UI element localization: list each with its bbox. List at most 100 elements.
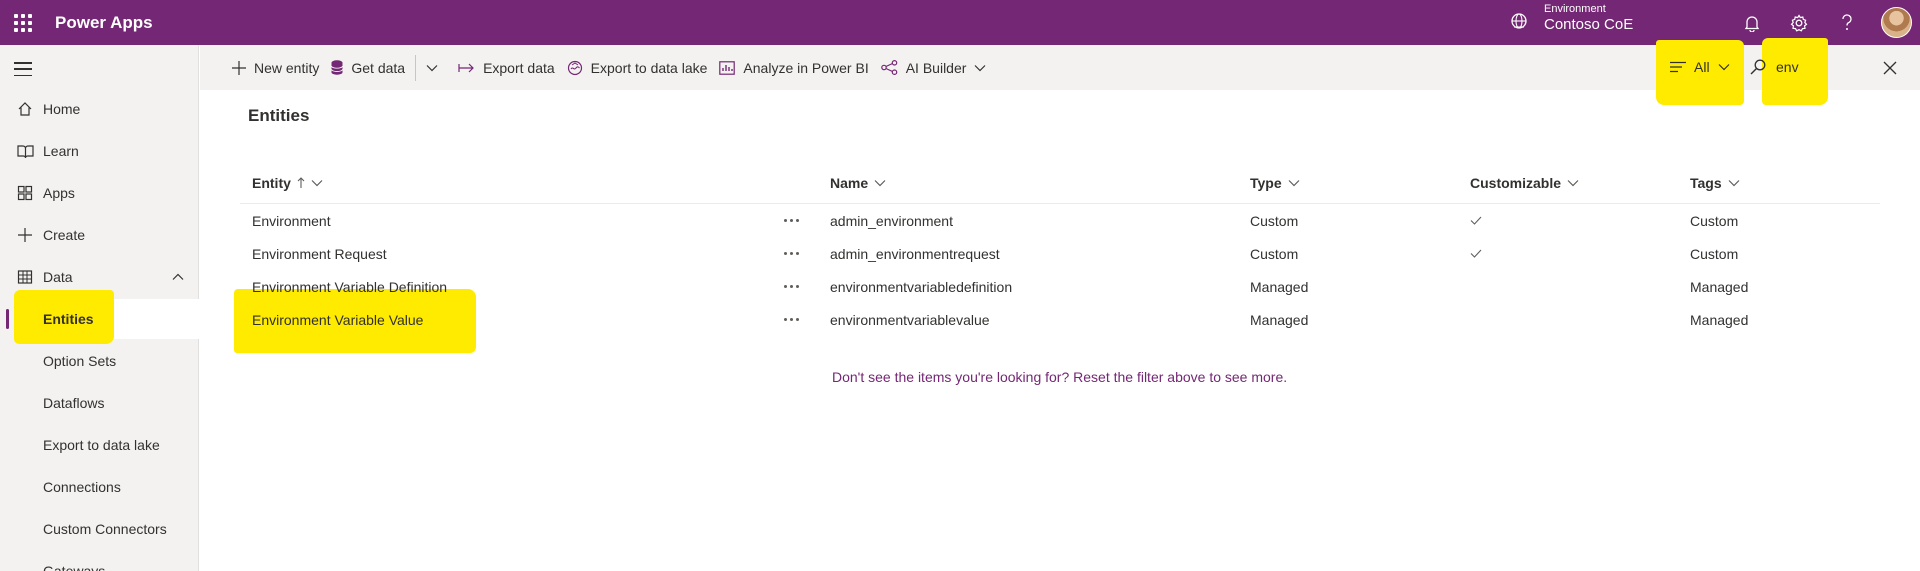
more-options-icon[interactable]: [784, 270, 799, 303]
search-box[interactable]: env: [1750, 56, 1799, 78]
chevron-down-icon: [311, 180, 323, 187]
globe-icon: [1511, 12, 1527, 29]
page-title: Entities: [248, 106, 310, 125]
table-row[interactable]: Environment Request admin_environmentreq…: [240, 237, 1880, 270]
export-to-data-lake-button[interactable]: Export to data lake: [561, 45, 714, 90]
type-cell: Custom: [1250, 212, 1299, 229]
chevron-down-icon: [974, 64, 986, 71]
sidebar-item-label: Learn: [43, 143, 79, 159]
sidebar-item-label: Export to data lake: [43, 437, 160, 453]
chevron-up-icon[interactable]: [171, 270, 185, 284]
app-launcher-button[interactable]: [0, 0, 46, 45]
export-data-button[interactable]: Export data: [452, 45, 561, 90]
entity-cell[interactable]: Environment: [252, 204, 331, 237]
table-row[interactable]: Environment admin_environment Custom Cus…: [240, 204, 1880, 237]
chevron-down-icon: [1288, 180, 1300, 187]
checkmark-icon: [1470, 204, 1482, 237]
tags-cell: Custom: [1690, 212, 1739, 229]
table-header: Entity Name Type Customizable Tags: [240, 162, 1880, 204]
analyze-power-bi-label: Analyze in Power BI: [743, 59, 869, 76]
table-row[interactable]: Environment Variable Definition environm…: [240, 270, 1880, 303]
sidebar-item-connections[interactable]: Connections: [0, 467, 199, 507]
more-options-icon[interactable]: [784, 237, 799, 270]
filter-lines-icon: [1670, 61, 1686, 73]
checkmark-icon: [1470, 237, 1482, 270]
sidebar-item-label: Apps: [43, 185, 75, 201]
chevron-down-icon: [1728, 180, 1740, 187]
sidebar-item-apps[interactable]: Apps: [0, 173, 199, 213]
gear-icon: [1790, 13, 1808, 32]
sidebar-item-dataflows[interactable]: Dataflows: [0, 383, 199, 423]
sidebar-item-create[interactable]: Create: [0, 215, 199, 255]
help-icon: [1842, 13, 1852, 30]
bell-icon: [1744, 15, 1760, 32]
sidebar-item-label: Dataflows: [43, 395, 105, 411]
plus-icon: [16, 226, 34, 244]
sort-up-arrow-icon: [297, 177, 305, 188]
column-header-tags[interactable]: Tags: [1690, 162, 1740, 204]
type-cell: Custom: [1250, 245, 1299, 262]
column-header-entity[interactable]: Entity: [252, 162, 323, 204]
data-lake-icon: [567, 60, 582, 75]
name-cell: admin_environmentrequest: [830, 245, 1000, 262]
column-header-customizable[interactable]: Customizable: [1470, 162, 1579, 204]
tags-cell: Custom: [1690, 245, 1739, 262]
sidebar-item-custom-connectors[interactable]: Custom Connectors: [0, 509, 199, 549]
sidebar-item-export-to-data-lake[interactable]: Export to data lake: [0, 425, 199, 465]
top-bar: Power Apps Environment Contoso CoE: [0, 0, 1920, 45]
entity-cell[interactable]: Environment Variable Definition: [252, 270, 447, 303]
sidebar-item-label: Data: [43, 269, 73, 285]
sidebar-item-gateways[interactable]: Gateways: [0, 551, 199, 571]
more-options-icon[interactable]: [784, 303, 799, 336]
column-header-name[interactable]: Name: [830, 162, 886, 204]
more-options-icon[interactable]: [784, 204, 799, 237]
name-cell: environmentvariablevalue: [830, 311, 990, 328]
sidebar-item-label: Option Sets: [43, 353, 117, 369]
get-data-button[interactable]: Get data: [325, 45, 411, 90]
sidebar-item-learn[interactable]: Learn: [0, 131, 199, 171]
export-to-data-lake-label: Export to data lake: [590, 59, 708, 76]
sidebar-item-option-sets[interactable]: Option Sets: [0, 341, 199, 381]
app-title[interactable]: Power Apps: [55, 13, 153, 33]
analyze-power-bi-button[interactable]: Analyze in Power BI: [713, 45, 874, 90]
environment-picker[interactable]: Environment Contoso CoE: [1508, 3, 1633, 34]
new-entity-label: New entity: [254, 59, 320, 76]
column-header-type[interactable]: Type: [1250, 162, 1300, 204]
environment-label: Environment: [1544, 3, 1606, 15]
reset-filter-link[interactable]: Don't see the items you're looking for? …: [832, 369, 1287, 385]
plus-icon: [232, 60, 246, 75]
chevron-down-icon: [426, 64, 438, 71]
ai-builder-button[interactable]: AI Builder: [875, 45, 993, 90]
user-avatar[interactable]: [1881, 7, 1912, 38]
entity-cell[interactable]: Environment Variable Value: [252, 303, 423, 336]
get-data-dropdown[interactable]: [420, 45, 444, 90]
help-button[interactable]: [1824, 0, 1870, 45]
new-entity-button[interactable]: New entity: [226, 45, 325, 90]
divider: [415, 54, 417, 81]
chevron-down-icon: [1567, 180, 1579, 187]
filter-dropdown[interactable]: All: [1670, 56, 1730, 78]
table-icon: [16, 268, 34, 286]
close-icon[interactable]: [1882, 60, 1898, 76]
type-cell: Managed: [1250, 311, 1309, 328]
home-icon: [16, 100, 34, 118]
waffle-icon: [14, 13, 32, 32]
name-cell: admin_environment: [830, 212, 953, 229]
sidebar-item-label: Connections: [43, 479, 121, 495]
book-icon: [16, 142, 34, 160]
ai-builder-label: AI Builder: [905, 59, 967, 76]
selection-indicator: [6, 309, 9, 329]
environment-name: Contoso CoE: [1544, 16, 1634, 34]
entity-cell[interactable]: Environment Request: [252, 237, 387, 270]
hamburger-menu-icon[interactable]: [14, 62, 32, 76]
filter-value: All: [1694, 59, 1710, 75]
table-row[interactable]: Environment Variable Value environmentva…: [240, 303, 1880, 336]
entities-table: Entity Name Type Customizable Tags Envir…: [240, 162, 1880, 336]
ai-builder-icon: [880, 60, 898, 75]
search-input[interactable]: env: [1776, 59, 1799, 75]
export-data-label: Export data: [483, 59, 555, 76]
search-icon: [1750, 59, 1766, 75]
sidebar-item-label: Home: [43, 101, 81, 117]
sidebar-item-home[interactable]: Home: [0, 89, 199, 129]
tags-cell: Managed: [1690, 311, 1749, 328]
